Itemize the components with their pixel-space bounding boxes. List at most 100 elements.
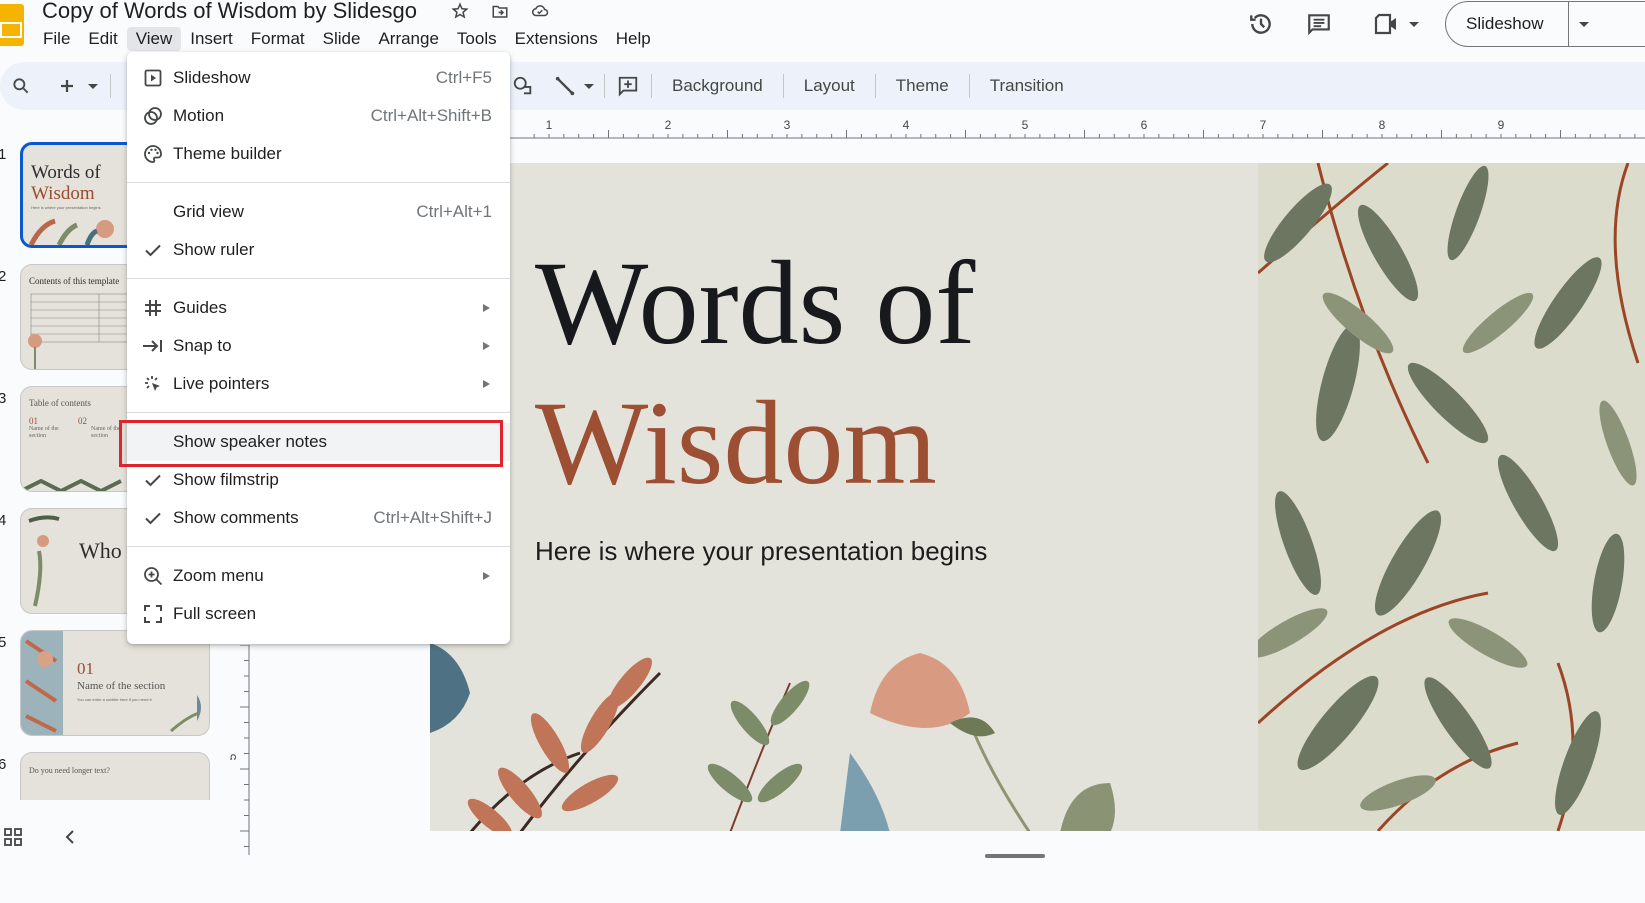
menu-separator <box>127 278 510 279</box>
menu-file[interactable]: File <box>34 27 79 51</box>
slideshow-dropdown[interactable] <box>1569 21 1599 27</box>
menu-insert[interactable]: Insert <box>181 27 242 51</box>
slide-title-line2[interactable]: Wisdom <box>535 383 937 503</box>
resize-handle[interactable] <box>985 854 1045 858</box>
menu-item-shortcut: Ctrl+Alt+1 <box>416 202 492 221</box>
submenu-arrow-icon <box>483 380 490 388</box>
menu-item-label: Snap to <box>173 336 232 355</box>
document-title[interactable]: Copy of Words of Wisdom by Slidesgo <box>42 0 417 24</box>
cloud-saved-icon[interactable] <box>530 1 550 21</box>
toolbar-divider <box>782 74 784 98</box>
search-icon[interactable] <box>8 73 34 99</box>
ruler-label: 8 <box>1379 118 1386 132</box>
leaf-pattern-panel <box>1248 163 1645 831</box>
menu-item-slideshow[interactable]: Slideshow Ctrl+F5 <box>127 59 510 97</box>
menu-separator <box>127 546 510 547</box>
grid-view-icon[interactable] <box>4 828 22 851</box>
floral-decoration <box>170 695 201 733</box>
vertical-ruler[interactable]: 5 <box>230 645 250 900</box>
floral-decoration <box>28 334 42 369</box>
line-icon[interactable] <box>552 73 578 99</box>
slide-subtitle[interactable]: Here is where your presentation begins <box>535 536 987 567</box>
menu-item-show-ruler[interactable]: Show ruler <box>127 231 510 269</box>
menu-item-label: Zoom menu <box>173 566 264 585</box>
menu-item-zoom-menu[interactable]: Zoom menu <box>127 557 510 595</box>
menu-item-show-comments[interactable]: Show comments Ctrl+Alt+Shift+J <box>127 499 510 537</box>
check-icon <box>142 507 164 529</box>
check-icon <box>142 239 164 261</box>
slideshow-icon <box>142 67 164 89</box>
menu-edit[interactable]: Edit <box>79 27 126 51</box>
menu-item-label: Motion <box>173 106 225 125</box>
line-dropdown[interactable] <box>584 83 594 89</box>
menu-bar: File Edit View Insert Format Slide Arran… <box>34 26 660 52</box>
slide-number: 1 <box>0 146 7 163</box>
menu-format[interactable]: Format <box>242 27 314 51</box>
slide-number: 4 <box>0 512 7 529</box>
menu-item-theme-builder[interactable]: Theme builder <box>127 135 510 173</box>
comments-icon[interactable] <box>1305 10 1333 38</box>
slide-title-line1[interactable]: Words of <box>535 243 975 363</box>
floral-panel <box>21 631 63 735</box>
new-slide-icon[interactable] <box>54 73 80 99</box>
toolbar-divider <box>110 74 111 98</box>
menu-help[interactable]: Help <box>607 27 660 51</box>
submenu-arrow-icon <box>483 572 490 580</box>
menu-tools[interactable]: Tools <box>448 27 506 51</box>
menu-item-motion[interactable]: Motion Ctrl+Alt+Shift+B <box>127 97 510 135</box>
ruler-label: 4 <box>903 118 910 132</box>
menu-item-snap-to[interactable]: Snap to <box>127 327 510 365</box>
background-button[interactable]: Background <box>662 76 773 96</box>
check-icon <box>142 469 164 491</box>
comment-add-icon[interactable] <box>615 73 641 99</box>
chevron-down-icon <box>1579 21 1589 27</box>
menu-view[interactable]: View <box>126 27 182 51</box>
star-icon[interactable] <box>450 1 470 21</box>
slideshow-button[interactable]: Slideshow <box>1445 1 1645 47</box>
palette-icon <box>142 143 164 165</box>
menu-item-label: Show filmstrip <box>173 470 279 489</box>
live-pointers-icon <box>142 373 164 395</box>
menu-item-label: Theme builder <box>173 144 282 163</box>
slide-thumbnail-6[interactable]: Do you need longer text? <box>20 752 210 800</box>
ruler-label: 9 <box>1498 118 1505 132</box>
menu-item-guides[interactable]: Guides <box>127 289 510 327</box>
slides-logo[interactable] <box>0 4 24 46</box>
ruler-label: 1 <box>546 118 553 132</box>
menu-arrange[interactable]: Arrange <box>369 27 447 51</box>
new-slide-dropdown[interactable] <box>88 83 98 89</box>
layout-button[interactable]: Layout <box>794 76 865 96</box>
menu-item-full-screen[interactable]: Full screen <box>127 595 510 633</box>
slide-thumbnail-5[interactable]: 01 Name of the section You can enter a s… <box>20 630 210 736</box>
menu-item-label: Grid view <box>173 202 244 221</box>
menu-item-show-speaker-notes[interactable]: Show speaker notes <box>127 423 510 461</box>
ruler-label: 2 <box>665 118 672 132</box>
ruler-label: 6 <box>1141 118 1148 132</box>
motion-icon <box>142 105 164 127</box>
version-history-icon[interactable] <box>1247 10 1275 38</box>
menu-item-label: Full screen <box>173 604 257 623</box>
menu-item-label: Slideshow <box>173 68 251 87</box>
view-menu: Slideshow Ctrl+F5 Motion Ctrl+Alt+Shift+… <box>127 52 510 644</box>
collapse-filmstrip-icon[interactable] <box>63 828 77 851</box>
shape-icon[interactable] <box>510 73 536 99</box>
transition-button[interactable]: Transition <box>980 76 1074 96</box>
meet-dropdown-caret[interactable] <box>1409 21 1419 27</box>
thumb-item-label: Name of the section <box>91 426 121 439</box>
slide-number: 5 <box>0 634 7 651</box>
menu-extensions[interactable]: Extensions <box>506 27 607 51</box>
zoom-in-icon <box>142 565 164 587</box>
menu-slide[interactable]: Slide <box>314 27 370 51</box>
horizontal-ruler[interactable]: 1 2 3 4 5 6 7 8 9 <box>510 112 1645 162</box>
menu-item-show-filmstrip[interactable]: Show filmstrip <box>127 461 510 499</box>
slide-number: 2 <box>0 268 7 285</box>
thumb-title: Do you need longer text? <box>29 766 110 775</box>
slide-number: 6 <box>0 756 7 773</box>
move-to-folder-icon[interactable] <box>490 1 510 21</box>
menu-item-live-pointers[interactable]: Live pointers <box>127 365 510 403</box>
meet-icon[interactable] <box>1373 10 1401 38</box>
theme-button[interactable]: Theme <box>886 76 959 96</box>
submenu-arrow-icon <box>483 342 490 350</box>
slide-canvas[interactable]: Words of Wisdom Here is where your prese… <box>430 163 1645 831</box>
menu-item-grid-view[interactable]: Grid view Ctrl+Alt+1 <box>127 193 510 231</box>
